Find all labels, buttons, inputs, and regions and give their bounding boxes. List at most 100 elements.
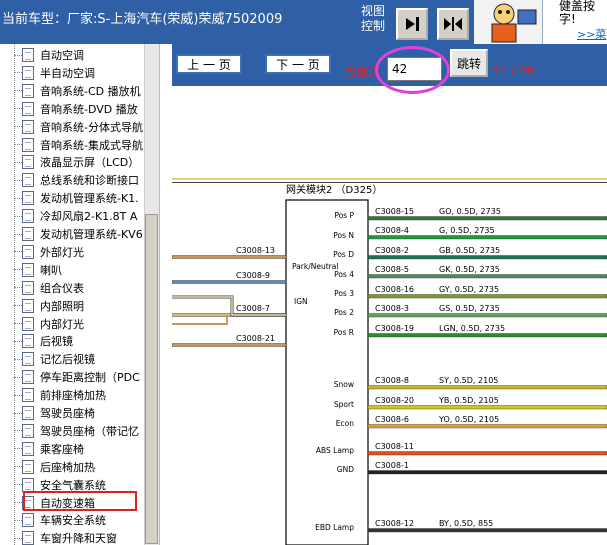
left-wire bbox=[172, 255, 287, 259]
scrollbar-thumb[interactable] bbox=[145, 214, 158, 544]
document-icon bbox=[22, 137, 34, 152]
document-icon bbox=[22, 406, 34, 420]
sidebar-item[interactable]: 音响系统-分体式导航 bbox=[14, 118, 146, 136]
tree-connector bbox=[14, 72, 22, 74]
right-connector-label: C3008-4 bbox=[375, 226, 409, 235]
document-icon bbox=[22, 423, 34, 438]
sidebar-item[interactable]: 组合仪表 bbox=[14, 279, 146, 297]
sidebar-tree: 自动空调 半自动空调 音响系统-CD 播放机 音响系统-DVD 播放 音响系统-分体式导… bbox=[0, 44, 160, 545]
help-link[interactable]: >>菜 bbox=[577, 26, 606, 42]
tree-connector bbox=[14, 108, 22, 110]
sidebar-item[interactable]: 停车距离控制（PDC bbox=[14, 368, 146, 386]
right-wire bbox=[367, 313, 607, 318]
view-single-button[interactable] bbox=[396, 8, 428, 40]
current-model-label: 当前车型：厂家:S-上海汽车(荣威)荣威7502009 bbox=[2, 12, 283, 27]
sidebar-item[interactable]: 乘客座椅 bbox=[14, 440, 146, 458]
view-control-label: 视图控制 bbox=[360, 4, 385, 33]
next-page-button[interactable]: 下 一 页 bbox=[265, 54, 331, 74]
right-connector-label: C3008-8 bbox=[375, 376, 409, 385]
tree-connector bbox=[14, 161, 22, 163]
document-icon bbox=[22, 244, 34, 259]
sidebar-item[interactable]: 音响系统-集成式导航 bbox=[14, 136, 146, 154]
sidebar-item[interactable]: 音响系统-CD 播放机 bbox=[14, 82, 146, 100]
sidebar-item[interactable]: 冷却风扇2-K1.8T A bbox=[14, 207, 146, 225]
sidebar-item[interactable]: 发动机管理系统-KV6 bbox=[14, 225, 146, 243]
document-icon bbox=[22, 352, 34, 367]
sidebar-item[interactable]: 前排座椅加热 bbox=[14, 386, 146, 404]
sidebar-item[interactable]: 发动机管理系统-K1. bbox=[14, 189, 146, 207]
right-wire bbox=[367, 294, 607, 299]
sidebar-item-label: 记忆后视镜 bbox=[40, 353, 95, 367]
sidebar-item[interactable]: 车窗升降和天窗 bbox=[14, 529, 146, 545]
tree-connector bbox=[14, 358, 22, 360]
view-split-button[interactable] bbox=[437, 8, 469, 40]
right-wire bbox=[367, 216, 607, 221]
selected-item-highlight bbox=[23, 491, 137, 511]
sidebar-item[interactable]: 总线系统和诊断接口 bbox=[14, 171, 146, 189]
tree-connector bbox=[14, 233, 22, 235]
sidebar-item[interactable]: 内部灯光 bbox=[14, 315, 146, 333]
tree-connector bbox=[14, 305, 22, 307]
wire-spec-label: SY, 0.5D, 2105 bbox=[439, 376, 498, 385]
wire-spec-label: YO, 0.5D, 2105 bbox=[438, 415, 499, 424]
sidebar-item-label: 喇叭 bbox=[40, 263, 62, 277]
sidebar-item[interactable]: 后视镜 bbox=[14, 332, 146, 350]
document-icon bbox=[22, 262, 34, 277]
right-wire bbox=[367, 528, 607, 533]
document-icon bbox=[22, 48, 34, 62]
document-icon bbox=[22, 119, 34, 134]
left-connector-label: C3008-9 bbox=[236, 271, 270, 280]
document-icon bbox=[22, 65, 34, 80]
sidebar-item-label: 驾驶员座椅 bbox=[40, 407, 95, 420]
tree-connector bbox=[14, 519, 22, 521]
sidebar-item[interactable]: 后座椅加热 bbox=[14, 458, 146, 476]
tree-connector bbox=[14, 90, 22, 92]
document-icon bbox=[22, 298, 34, 313]
prev-page-button[interactable]: 上 一 页 bbox=[176, 54, 242, 74]
right-connector-label: C3008-6 bbox=[375, 415, 409, 424]
right-wire bbox=[367, 274, 607, 279]
sidebar-item[interactable]: 记忆后视镜 bbox=[14, 350, 146, 368]
sidebar-item-label: 驾驶员座椅（带记忆 bbox=[40, 424, 139, 438]
wire-spec-label: GB, 0.5D, 2735 bbox=[439, 246, 500, 255]
sidebar-item[interactable]: 驾驶员座椅 bbox=[14, 404, 146, 422]
right-connector-label: C3008-20 bbox=[375, 396, 414, 405]
tree-connector bbox=[14, 502, 22, 503]
sidebar-item[interactable]: 车辆安全系统 bbox=[14, 511, 146, 529]
sidebar-item-label: 后座椅加热 bbox=[40, 460, 95, 474]
right-connector-label: C3008-19 bbox=[375, 324, 414, 333]
pin-label: Pos 2 bbox=[334, 308, 354, 317]
document-icon bbox=[22, 513, 34, 528]
tree-connector bbox=[14, 412, 22, 414]
sidebar-item[interactable]: 半自动空调 bbox=[14, 64, 146, 82]
sidebar-item[interactable]: 音响系统-DVD 播放 bbox=[14, 100, 146, 118]
tree-connector bbox=[14, 215, 22, 217]
tree-connector bbox=[14, 466, 22, 468]
wire-spec-label: GO, 0.5D, 2735 bbox=[439, 207, 501, 216]
tree-connector bbox=[14, 484, 22, 486]
gateway-module-box bbox=[285, 199, 369, 545]
top-bar: 当前车型：厂家:S-上海汽车(荣威)荣威7502009 视图控制 健盖按字! >… bbox=[0, 0, 607, 44]
tree-connector bbox=[14, 430, 22, 432]
right-wire bbox=[367, 255, 607, 260]
left-connector-label: C3008-13 bbox=[236, 246, 275, 255]
sidebar-item-label: 液晶显示屏（LCD） bbox=[40, 156, 140, 170]
sidebar-item[interactable]: 外部灯光 bbox=[14, 243, 146, 261]
pin-label: Pos N bbox=[333, 231, 354, 240]
pin-label: Pos 4 bbox=[334, 270, 354, 279]
sidebar-item-label: 发动机管理系统-KV6 bbox=[40, 228, 143, 241]
right-wire bbox=[367, 385, 607, 390]
tree-connector bbox=[14, 376, 22, 378]
main-panel: 上 一 页 下 一 页 当前为 跳转 42 / 46 网关模块2 （D325） … bbox=[172, 44, 607, 545]
sidebar-item[interactable]: 内部照明 bbox=[14, 297, 146, 315]
pin-label: Econ bbox=[336, 419, 354, 428]
sidebar-item[interactable]: 喇叭 bbox=[14, 261, 146, 279]
sidebar-item[interactable]: 自动空调 bbox=[14, 46, 146, 64]
jump-button[interactable]: 跳转 bbox=[450, 49, 488, 77]
arrow-right-bar-icon bbox=[406, 17, 419, 31]
pin-label: Pos 3 bbox=[334, 289, 354, 298]
sidebar-item[interactable]: 液晶显示屏（LCD） bbox=[14, 153, 146, 171]
tree-connector bbox=[14, 269, 22, 271]
sidebar-item[interactable]: 驾驶员座椅（带记忆 bbox=[14, 422, 146, 440]
right-connector-label: C3008-11 bbox=[375, 442, 414, 451]
